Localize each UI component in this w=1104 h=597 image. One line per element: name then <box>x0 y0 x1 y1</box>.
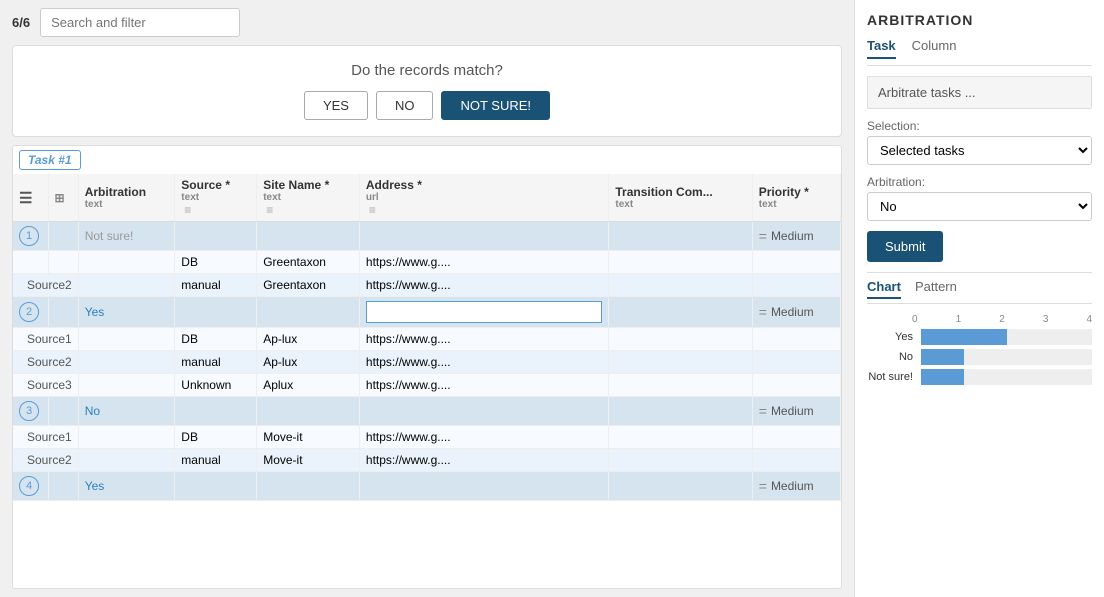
chart-area: 0 1 2 3 4 Yes No Not sure! <box>867 314 1092 585</box>
axis-2: 2 <box>999 314 1005 325</box>
notsure-button[interactable]: NOT SURE! <box>441 91 550 120</box>
chart-bar-yes <box>921 329 1007 345</box>
chart-row-notsure: Not sure! <box>867 369 1092 385</box>
selection-select[interactable]: Selected tasks All tasks Filtered tasks <box>867 136 1092 165</box>
axis-0: 0 <box>912 314 918 325</box>
right-panel: ARBITRATION Task Column Arbitrate tasks … <box>854 0 1104 597</box>
table-row: 1 Not sure! = Medium <box>13 222 841 251</box>
subtab-chart[interactable]: Chart <box>867 279 901 299</box>
chart-bar-notsure-wrap <box>921 369 1092 385</box>
th-address: Address * url ≡ <box>359 174 608 222</box>
priority-3: = Medium <box>759 403 834 419</box>
left-panel: 6/6 Do the records match? YES NO NOT SUR… <box>0 0 854 597</box>
chart-row-yes: Yes <box>867 329 1092 345</box>
panel-subtabs: Chart Pattern <box>867 279 1092 304</box>
table-row: Source3 UnknownApluxhttps://www.g.... <box>13 374 841 397</box>
panel-tabs: Task Column <box>867 38 1092 66</box>
chart-row-no: No <box>867 349 1092 365</box>
chart-bar-no-wrap <box>921 349 1092 365</box>
table-row: DBGreentaxonhttps://www.g.... <box>13 251 841 274</box>
table-row: Source2 manualMove-ithttps://www.g.... <box>13 449 841 472</box>
arbitration-select[interactable]: Yes No Not sure! <box>867 192 1092 221</box>
th-sitename: Site Name * text ≡ <box>257 174 360 222</box>
task-num-1: 1 <box>19 226 39 246</box>
task-num-2: 2 <box>19 302 39 322</box>
arb-value-4: Yes <box>85 479 105 493</box>
th-priority: Priority * text <box>752 174 840 222</box>
chart-label-notsure: Not sure! <box>867 371 917 383</box>
search-input[interactable] <box>40 8 240 37</box>
yes-button[interactable]: YES <box>304 91 368 120</box>
table-row: 3 No = Medium <box>13 397 841 426</box>
priority-2: = Medium <box>759 304 834 320</box>
arb-value-2: Yes <box>85 305 105 319</box>
axis-3: 3 <box>1043 314 1049 325</box>
th-toggle: ⊞ <box>48 174 78 222</box>
arbitration-section: Arbitration: Yes No Not sure! <box>867 175 1092 221</box>
table-row: Source2 manualGreentaxonhttps://www.g...… <box>13 274 841 297</box>
chart-bar-no <box>921 349 964 365</box>
tab-task[interactable]: Task <box>867 38 896 59</box>
no-button[interactable]: NO <box>376 91 434 120</box>
selection-section: Selection: Selected tasks All tasks Filt… <box>867 119 1092 165</box>
table-row: 4 Yes = Medium <box>13 472 841 501</box>
table-row: Source1 DBAp-luxhttps://www.g.... <box>13 328 841 351</box>
chart-label-yes: Yes <box>867 331 917 343</box>
arb-info-box: Arbitrate tasks ... <box>867 76 1092 109</box>
panel-title: ARBITRATION <box>867 12 1092 28</box>
th-transition: Transition Com... text <box>609 174 752 222</box>
table-row: Source2 manualAp-luxhttps://www.g.... <box>13 351 841 374</box>
th-source: Source * text ≡ <box>175 174 257 222</box>
priority-4: = Medium <box>759 478 834 494</box>
chart-label-no: No <box>867 351 917 363</box>
tab-column[interactable]: Column <box>912 38 957 59</box>
axis-4: 4 <box>1086 314 1092 325</box>
task-num-4: 4 <box>19 476 39 496</box>
record-counter: 6/6 <box>12 15 30 30</box>
chart-bar-notsure <box>921 369 964 385</box>
priority-1: = Medium <box>759 228 834 244</box>
chart-axis: 0 1 2 3 4 <box>867 314 1092 325</box>
address-input-2[interactable] <box>366 301 602 323</box>
match-question: Do the records match? <box>351 62 503 79</box>
chart-bar-yes-wrap <box>921 329 1092 345</box>
selection-label: Selection: <box>867 119 1092 133</box>
submit-button[interactable]: Submit <box>867 231 943 262</box>
axis-1: 1 <box>956 314 962 325</box>
task-label-badge: Task #1 <box>13 146 87 174</box>
match-card: Do the records match? YES NO NOT SURE! <box>12 45 842 137</box>
subtab-pattern[interactable]: Pattern <box>915 279 957 299</box>
table-wrapper: Task #1 ☰ ⊞ Arbitration text Source <box>12 145 842 589</box>
task-num-3: 3 <box>19 401 39 421</box>
arb-value-1: Not sure! <box>85 229 134 243</box>
match-buttons: YES NO NOT SURE! <box>304 91 550 120</box>
arb-value-3: No <box>85 404 100 418</box>
th-arbitration: Arbitration text <box>78 174 175 222</box>
th-menu: ☰ <box>13 174 48 222</box>
table-row: 2 Yes = Medium <box>13 297 841 328</box>
arbitration-label: Arbitration: <box>867 175 1092 189</box>
table-row: Source1 DBMove-ithttps://www.g.... <box>13 426 841 449</box>
main-table: ☰ ⊞ Arbitration text Source * text ≡ <box>13 174 841 501</box>
